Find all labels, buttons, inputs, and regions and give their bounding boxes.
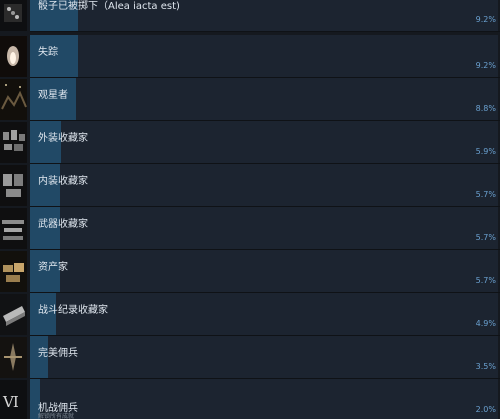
- achievement-name: 内装收藏家: [38, 176, 88, 187]
- achievement-list: 骰子已被掷下（Alea iacta est) 9.2% 失踪 9.2% 观星者 …: [0, 0, 500, 419]
- progress-bar: [30, 379, 498, 419]
- achievement-name: 资产家: [38, 262, 68, 273]
- achievement-name: 战斗纪录收藏家: [38, 305, 108, 316]
- weapon-collector-icon: [0, 208, 27, 249]
- achievement-description: 解锁所有成就: [38, 413, 75, 419]
- progress-bar: [30, 78, 498, 120]
- progress-bar: [30, 207, 498, 249]
- achievement-percent: 5.7%: [475, 233, 496, 242]
- achievement-row[interactable]: 外装收藏家 5.9%: [0, 121, 500, 164]
- roman-numeral: VI: [3, 393, 19, 411]
- achievement-name: 外装收藏家: [38, 133, 88, 144]
- achievement-name: 完美佣兵: [38, 348, 78, 359]
- achievement-row[interactable]: 失踪 9.2%: [0, 35, 500, 78]
- perfect-mercenary-icon: [0, 337, 27, 378]
- achievement-name: 武器收藏家: [38, 219, 88, 230]
- achievement-name: 观星者: [38, 90, 68, 101]
- achievement-percent: 9.2%: [475, 61, 496, 70]
- achievement-percent: 5.7%: [475, 276, 496, 285]
- achievement-percent: 2.0%: [475, 405, 496, 414]
- dice-icon: [0, 0, 27, 31]
- achievement-name: 骰子已被掷下（Alea iacta est): [38, 1, 180, 12]
- progress-bar: [30, 250, 498, 292]
- stargazer-icon: [0, 79, 27, 120]
- progress-bar: [30, 121, 498, 163]
- achievement-row[interactable]: VI 机战佣兵 解锁所有成就 2.0%: [0, 379, 500, 419]
- achievement-percent: 3.5%: [475, 362, 496, 371]
- achievement-name: 失踪: [38, 47, 58, 58]
- progress-bar: [30, 336, 498, 378]
- roman-six-icon: VI: [0, 380, 27, 419]
- achievement-row[interactable]: 战斗纪录收藏家 4.9%: [0, 293, 500, 336]
- achievement-percent: 5.9%: [475, 147, 496, 156]
- achievement-row[interactable]: 资产家 5.7%: [0, 250, 500, 293]
- achievement-row[interactable]: 武器收藏家 5.7%: [0, 207, 500, 250]
- achievement-percent: 8.8%: [475, 104, 496, 113]
- achievement-row[interactable]: 内装收藏家 5.7%: [0, 164, 500, 207]
- battle-record-icon: [0, 294, 27, 335]
- progress-bar: [30, 164, 498, 206]
- capitalist-icon: [0, 251, 27, 292]
- progress-bar: [30, 35, 498, 77]
- outfit-collector-icon: [0, 122, 27, 163]
- ghost-figure-icon: [0, 36, 27, 77]
- achievement-percent: 4.9%: [475, 319, 496, 328]
- achievement-row[interactable]: 观星者 8.8%: [0, 78, 500, 121]
- achievement-percent: 5.7%: [475, 190, 496, 199]
- interior-collector-icon: [0, 165, 27, 206]
- achievement-percent: 9.2%: [475, 15, 496, 24]
- achievement-row[interactable]: 骰子已被掷下（Alea iacta est) 9.2%: [0, 0, 500, 32]
- achievement-row[interactable]: 完美佣兵 3.5%: [0, 336, 500, 379]
